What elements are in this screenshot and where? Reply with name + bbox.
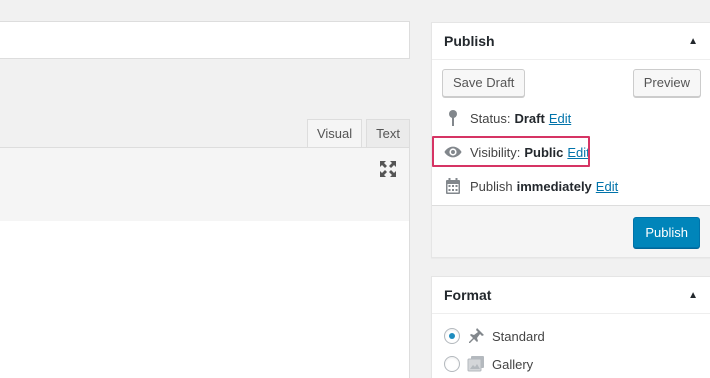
- collapse-arrow-icon[interactable]: ▲: [688, 290, 700, 301]
- schedule-value: immediately: [516, 178, 592, 194]
- visibility-label: Visibility:: [470, 144, 521, 160]
- pushpin-icon: [466, 326, 486, 346]
- schedule-edit-link[interactable]: Edit: [596, 179, 618, 194]
- status-label: Status:: [470, 110, 511, 126]
- format-gallery-label: Gallery: [492, 356, 534, 372]
- publish-box-header[interactable]: Publish ▲: [432, 23, 710, 60]
- collapse-arrow-icon[interactable]: ▲: [688, 36, 700, 47]
- publish-box-title: Publish: [444, 33, 495, 49]
- save-draft-button[interactable]: Save Draft: [442, 69, 526, 97]
- status-row: Status: Draft Edit: [444, 108, 571, 128]
- format-gallery-radio[interactable]: [444, 356, 460, 372]
- visibility-value: Public: [524, 144, 564, 160]
- fullscreen-icon[interactable]: [377, 158, 399, 180]
- status-value: Draft: [514, 110, 545, 126]
- eye-icon: [444, 143, 462, 161]
- gallery-icon: [466, 354, 486, 374]
- schedule-row: Publish immediately Edit: [444, 176, 618, 196]
- publish-button[interactable]: Publish: [633, 217, 700, 248]
- tab-text[interactable]: Text: [366, 119, 410, 148]
- schedule-label: Publish: [470, 178, 513, 194]
- tab-visual[interactable]: Visual: [306, 119, 363, 148]
- preview-button[interactable]: Preview: [632, 69, 701, 97]
- visibility-row: Visibility: Public Edit: [444, 142, 590, 162]
- calendar-icon: [444, 177, 462, 195]
- status-edit-link[interactable]: Edit: [549, 111, 571, 126]
- publish-actions: Publish: [432, 205, 710, 257]
- publish-box: Publish ▲ Save Draft Preview Status: Dra…: [431, 22, 710, 258]
- format-standard-label: Standard: [492, 328, 545, 344]
- format-option-standard[interactable]: Standard: [444, 326, 545, 346]
- post-title-field[interactable]: [0, 21, 410, 59]
- editor-toolbar: [0, 147, 410, 222]
- format-option-gallery[interactable]: Gallery: [444, 354, 533, 374]
- post-title-input[interactable]: [0, 22, 409, 58]
- editor-tabs: Visual Text: [306, 119, 410, 148]
- format-box: Format ▲ Standard Gallery: [431, 276, 710, 378]
- pin-icon: [444, 109, 462, 127]
- format-standard-radio[interactable]: [444, 328, 460, 344]
- visibility-edit-link[interactable]: Edit: [567, 145, 589, 160]
- format-box-title: Format: [444, 287, 492, 303]
- editor-content-area[interactable]: [0, 221, 410, 378]
- format-box-header[interactable]: Format ▲: [432, 277, 710, 314]
